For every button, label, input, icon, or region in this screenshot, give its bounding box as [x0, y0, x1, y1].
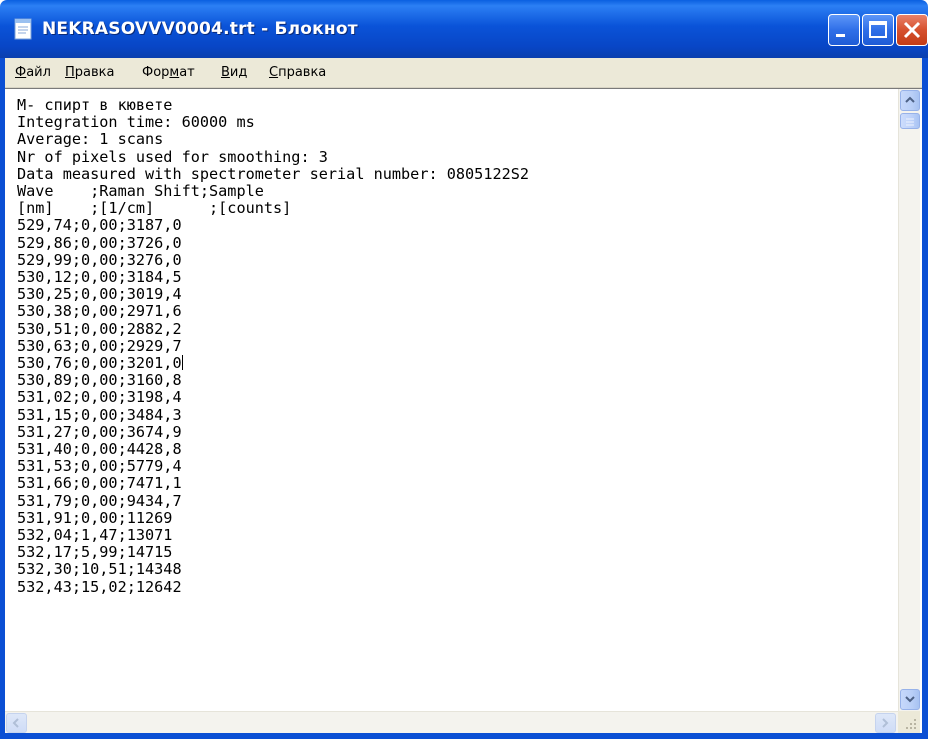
- scroll-right-button[interactable]: [875, 713, 896, 733]
- maximize-icon: [869, 21, 887, 38]
- menu-mnemonic: Ф: [15, 65, 27, 80]
- grip-lines-icon: [906, 118, 914, 126]
- text-line[interactable]: 531,53;0,00;5779,4: [17, 457, 182, 475]
- resize-grip-icon: [906, 719, 916, 729]
- arrow-down-icon: [905, 696, 915, 703]
- menu-mnemonic: С: [269, 65, 279, 80]
- text-line[interactable]: Data measured with spectrometer serial n…: [17, 165, 529, 183]
- scroll-down-button[interactable]: [900, 689, 920, 710]
- text-line[interactable]: 530,89;0,00;3160,8: [17, 371, 182, 389]
- text-line[interactable]: 529,86;0,00;3726,0: [17, 234, 182, 252]
- menu-file[interactable]: Файл: [15, 58, 51, 88]
- text-line[interactable]: 531,91;0,00;11269: [17, 509, 172, 527]
- menu-help[interactable]: Справка: [269, 58, 326, 88]
- notepad-icon[interactable]: [14, 17, 34, 41]
- text-line[interactable]: 530,51;0,00;2882,2: [17, 320, 182, 338]
- text-line[interactable]: 530,76;0,00;3201,0: [17, 354, 182, 372]
- menu-mnemonic: В: [221, 65, 230, 80]
- text-line[interactable]: 530,12;0,00;3184,5: [17, 268, 182, 286]
- menu-mnemonic: П: [65, 65, 75, 80]
- close-icon: [903, 21, 921, 39]
- text-line[interactable]: Integration time: 60000 ms: [17, 113, 255, 131]
- document-text[interactable]: M- спирт в кювете Integration time: 6000…: [17, 97, 897, 707]
- text-line[interactable]: 532,17;5,99;14715: [17, 543, 172, 561]
- text-line[interactable]: 531,02;0,00;3198,4: [17, 388, 182, 406]
- text-line[interactable]: 531,15;0,00;3484,3: [17, 406, 182, 424]
- text-line[interactable]: 532,30;10,51;14348: [17, 560, 182, 578]
- text-line[interactable]: 531,79;0,00;9434,7: [17, 492, 182, 510]
- text-caret: [181, 355, 183, 371]
- menu-format[interactable]: Формат: [142, 58, 195, 88]
- text-line[interactable]: Nr of pixels used for smoothing: 3: [17, 148, 328, 166]
- title-bar[interactable]: NEKRASOVVV0004.trt - Блокнот: [0, 0, 928, 58]
- vertical-scrollbar[interactable]: [898, 89, 920, 711]
- menu-edit[interactable]: Правка: [65, 58, 114, 88]
- text-line[interactable]: 532,04;1,47;13071: [17, 526, 172, 544]
- horizontal-scrollbar[interactable]: [5, 711, 898, 733]
- scroll-up-button[interactable]: [900, 90, 920, 111]
- text-line[interactable]: 529,99;0,00;3276,0: [17, 251, 182, 269]
- text-line[interactable]: 530,63;0,00;2929,7: [17, 337, 182, 355]
- arrow-up-icon: [905, 96, 915, 103]
- close-button[interactable]: [896, 14, 928, 46]
- text-line[interactable]: M- спирт в кювете: [17, 97, 172, 114]
- arrow-right-icon: [882, 718, 889, 728]
- maximize-button[interactable]: [862, 14, 894, 46]
- scroll-left-button[interactable]: [6, 713, 27, 733]
- text-line[interactable]: 531,66;0,00;7471,1: [17, 474, 182, 492]
- notepad-window: NEKRASOVVV0004.trt - Блокнот Файл Правка…: [0, 0, 928, 739]
- text-line[interactable]: 530,38;0,00;2971,6: [17, 302, 182, 320]
- menu-bar: Файл Правка Формат Вид Справка: [5, 58, 922, 88]
- text-line[interactable]: [nm] ;[1/cm] ;[counts]: [17, 199, 291, 217]
- text-editor[interactable]: M- спирт в кювете Integration time: 6000…: [5, 88, 922, 739]
- minimize-icon: [836, 34, 845, 37]
- menu-mnemonic: м: [169, 65, 180, 80]
- resize-grip[interactable]: [898, 711, 920, 733]
- text-line[interactable]: 530,25;0,00;3019,4: [17, 285, 182, 303]
- window-title: NEKRASOVVV0004.trt - Блокнот: [42, 19, 358, 39]
- scroll-thumb[interactable]: [900, 113, 920, 129]
- window-frame-right[interactable]: [922, 58, 928, 739]
- text-line[interactable]: Wave ;Raman Shift;Sample: [17, 182, 264, 200]
- text-line[interactable]: 531,40;0,00;4428,8: [17, 440, 182, 458]
- text-line[interactable]: 532,43;15,02;12642: [17, 578, 182, 596]
- text-line[interactable]: Average: 1 scans: [17, 130, 163, 148]
- menu-view[interactable]: Вид: [221, 58, 247, 88]
- text-line[interactable]: 529,74;0,00;3187,0: [17, 216, 182, 234]
- arrow-left-icon: [12, 718, 19, 728]
- text-line[interactable]: 531,27;0,00;3674,9: [17, 423, 182, 441]
- window-frame-bottom[interactable]: [0, 733, 928, 739]
- minimize-button[interactable]: [828, 14, 860, 46]
